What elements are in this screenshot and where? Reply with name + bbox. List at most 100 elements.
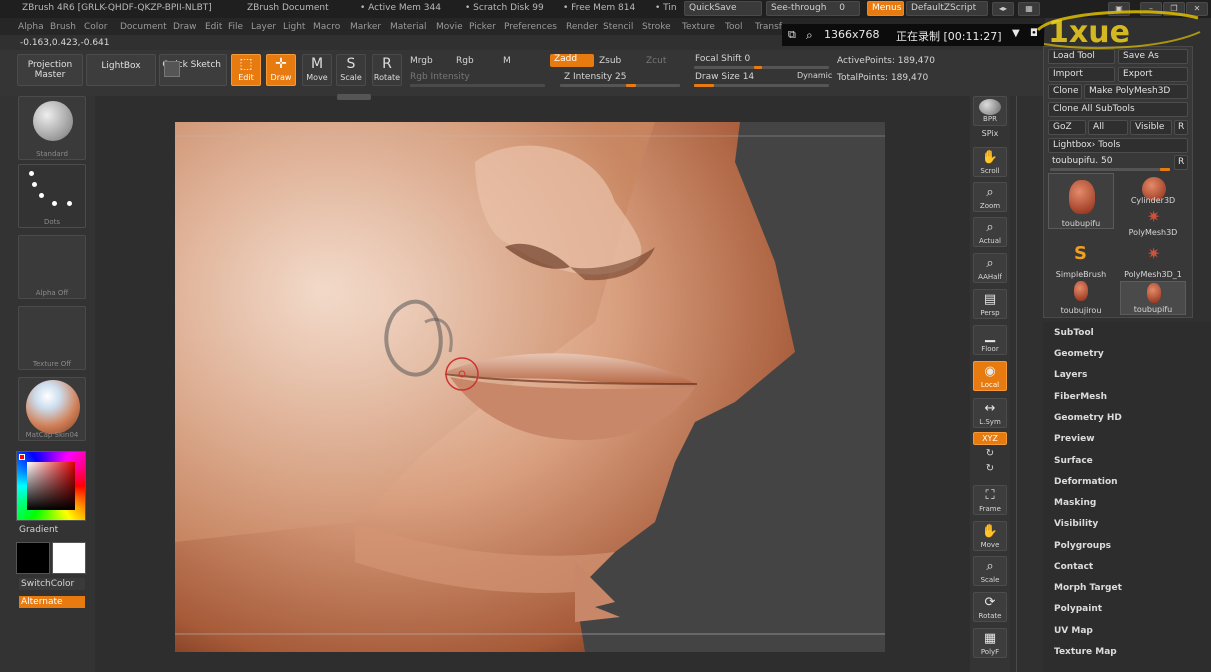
actual-button[interactable]: ⌕ Actual	[973, 217, 1007, 247]
contact-menu[interactable]: Contact	[1054, 562, 1093, 572]
rgb-intensity-slider[interactable]: Rgb Intensity	[410, 72, 470, 82]
persp-button[interactable]: ▤ Persp	[973, 289, 1007, 319]
draw-size-slider[interactable]: Draw Size 14	[695, 72, 754, 82]
texture-map-menu[interactable]: Texture Map	[1054, 647, 1117, 657]
menu-movie[interactable]: Movie	[436, 22, 463, 32]
import-button[interactable]: Import	[1048, 67, 1115, 82]
goz-button[interactable]: GoZ	[1048, 120, 1086, 135]
dynamic-button[interactable]: Dynamic	[797, 71, 832, 80]
bpr-button[interactable]: BPR	[973, 96, 1007, 126]
default-zscript-button[interactable]: DefaultZScript	[906, 1, 988, 16]
visibility-menu[interactable]: Visibility	[1054, 519, 1098, 529]
quicksave-button[interactable]: QuickSave	[684, 1, 762, 16]
material-picker[interactable]: MatCap Skin04	[18, 377, 86, 441]
alternate-button[interactable]: Alternate	[19, 596, 85, 608]
m-button[interactable]: M	[503, 56, 511, 66]
document-viewport[interactable]	[175, 122, 885, 652]
move-view-button[interactable]: ✋ Move	[973, 521, 1007, 551]
secondary-color-swatch[interactable]	[16, 542, 50, 574]
canvas-scrollbar[interactable]	[337, 94, 371, 100]
lightbox-button[interactable]: LightBox	[86, 54, 156, 86]
menu-stencil[interactable]: Stencil	[603, 22, 633, 32]
deformation-menu[interactable]: Deformation	[1054, 477, 1118, 487]
tool-thumb-toubupifu[interactable]: toubupifu	[1048, 173, 1114, 229]
menu-macro[interactable]: Macro	[313, 22, 340, 32]
surface-menu[interactable]: Surface	[1054, 456, 1093, 466]
primary-color-swatch[interactable]	[52, 542, 86, 574]
floor-button[interactable]: ▁ Floor	[973, 325, 1007, 355]
menu-marker[interactable]: Marker	[350, 22, 381, 32]
menu-light[interactable]: Light	[283, 22, 305, 32]
color-wheel[interactable]	[16, 451, 86, 521]
menu-picker[interactable]: Picker	[469, 22, 496, 32]
tool-thumb-simplebrush[interactable]: S SimpleBrush	[1048, 243, 1114, 279]
goz-all-button[interactable]: All	[1088, 120, 1128, 135]
canvas-area[interactable]	[95, 94, 970, 672]
lsym-button[interactable]: ↔ L.Sym	[973, 398, 1007, 428]
menu-preferences[interactable]: Preferences	[504, 22, 557, 32]
tool-thumb-polymesh3d[interactable]: ✷ PolyMesh3D	[1120, 207, 1186, 237]
clone-button[interactable]: Clone	[1048, 84, 1082, 99]
menu-material[interactable]: Material	[390, 22, 427, 32]
texture-picker[interactable]: Texture Off	[18, 306, 86, 370]
color-square[interactable]	[27, 462, 75, 510]
menu-stroke[interactable]: Stroke	[642, 22, 671, 32]
menu-color[interactable]: Color	[84, 22, 108, 32]
focal-shift-slider[interactable]: Focal Shift 0	[695, 54, 750, 64]
uv-map-menu[interactable]: UV Map	[1054, 626, 1093, 636]
menus-button[interactable]: Menus	[867, 1, 904, 16]
brush-picker[interactable]: Standard	[18, 96, 86, 160]
xyz-button[interactable]: XYZ	[973, 432, 1007, 445]
zoom-button[interactable]: ⌕ Zoom	[973, 182, 1007, 212]
zcut-button[interactable]: Zcut	[646, 56, 666, 66]
goz-r-button[interactable]: R	[1174, 120, 1188, 135]
projection-master-button[interactable]: Projection Master	[17, 54, 83, 86]
rotate-view-button[interactable]: ⟳ Rotate	[973, 592, 1007, 622]
make-polymesh-button[interactable]: Make PolyMesh3D	[1084, 84, 1188, 99]
lightbox-tools-button[interactable]: Lightbox› Tools	[1048, 138, 1188, 153]
menu-transform[interactable]: Transf	[755, 22, 782, 32]
rotate-y-icon[interactable]: ↻	[973, 448, 1007, 459]
scale-button[interactable]: S Scale	[336, 54, 366, 86]
menu-draw[interactable]: Draw	[173, 22, 197, 32]
menu-alpha[interactable]: Alpha	[18, 22, 44, 32]
layout-left-icon[interactable]: ◂▸	[992, 2, 1014, 16]
menu-render[interactable]: Render	[566, 22, 598, 32]
move-button[interactable]: M Move	[302, 54, 332, 86]
menu-texture[interactable]: Texture	[682, 22, 715, 32]
subtool-menu[interactable]: SubTool	[1054, 328, 1094, 338]
menu-tool[interactable]: Tool	[725, 22, 742, 32]
tool-thumb-polymesh3d-1[interactable]: ✷ PolyMesh3D_1	[1120, 243, 1186, 279]
rgb-button[interactable]: Rgb	[456, 56, 474, 66]
tool-r-button[interactable]: R	[1174, 155, 1188, 170]
quick-sketch-button[interactable]: Quick Sketch	[159, 54, 227, 86]
menu-brush[interactable]: Brush	[50, 22, 76, 32]
zadd-button[interactable]: Zadd	[550, 54, 594, 67]
search-icon[interactable]: ⌕	[806, 28, 813, 43]
see-through-slider[interactable]: See-through 0	[766, 1, 860, 16]
tool-thumb-toubujirou[interactable]: toubujirou	[1048, 281, 1114, 315]
local-button[interactable]: ◉ Local	[973, 361, 1007, 391]
polypaint-menu[interactable]: Polypaint	[1054, 604, 1102, 614]
morph-target-menu[interactable]: Morph Target	[1054, 583, 1122, 593]
mrgb-button[interactable]: Mrgb	[410, 56, 433, 66]
scroll-button[interactable]: ✋ Scroll	[973, 147, 1007, 177]
dropdown-arrow-icon[interactable]: ▼	[1012, 28, 1020, 39]
menu-document[interactable]: Document	[120, 22, 167, 32]
polyf-button[interactable]: ▦ PolyF	[973, 628, 1007, 658]
geometry-hd-menu[interactable]: Geometry HD	[1054, 413, 1122, 423]
tool-thumb-toubupifu-2[interactable]: toubupifu	[1120, 281, 1186, 315]
rotate-z-icon[interactable]: ↻	[973, 463, 1007, 474]
scale-view-button[interactable]: ⌕ Scale	[973, 556, 1007, 586]
fibermesh-menu[interactable]: FiberMesh	[1054, 392, 1107, 402]
aahalf-button[interactable]: ⌕ AAHalf	[973, 253, 1007, 283]
rotate-button[interactable]: R Rotate	[372, 54, 402, 86]
geometry-menu[interactable]: Geometry	[1054, 349, 1104, 359]
alpha-picker[interactable]: Alpha Off	[18, 235, 86, 299]
draw-button[interactable]: ✛ Draw	[266, 54, 296, 86]
menu-layer[interactable]: Layer	[251, 22, 276, 32]
layers-menu[interactable]: Layers	[1054, 370, 1087, 380]
gradient-label[interactable]: Gradient	[19, 525, 58, 535]
stroke-picker[interactable]: Dots	[18, 164, 86, 228]
menu-file[interactable]: File	[228, 22, 243, 32]
